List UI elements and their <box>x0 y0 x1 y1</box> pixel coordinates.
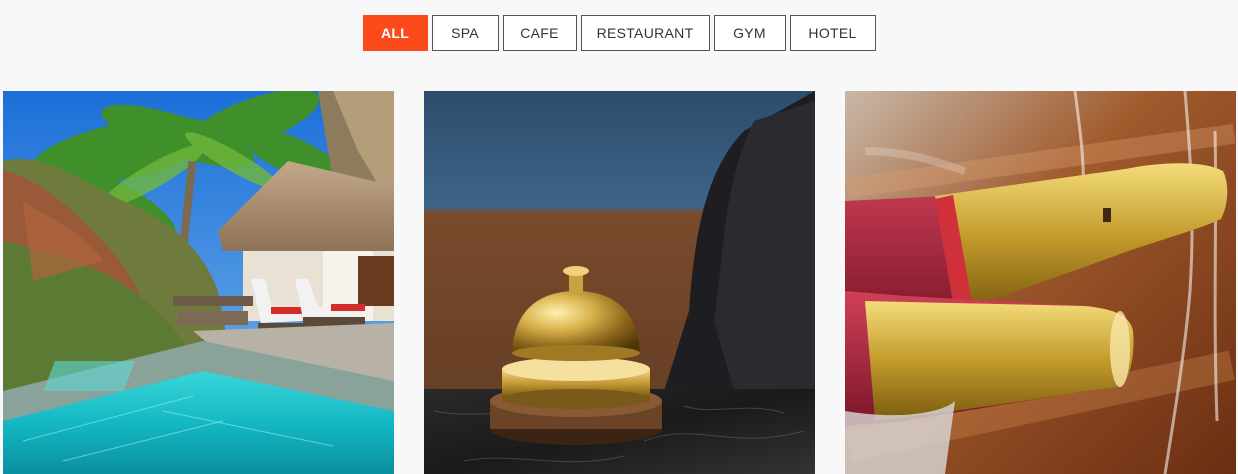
gallery-item-champagne[interactable] <box>845 91 1236 474</box>
champagne-bottles-image <box>845 91 1236 474</box>
reception-bell-image <box>424 91 815 474</box>
filter-gym-button[interactable]: GYM <box>713 15 786 51</box>
gallery-item-reception-bell[interactable] <box>424 91 815 474</box>
filter-all-button[interactable]: ALL <box>362 15 428 51</box>
filter-spa-button[interactable]: SPA <box>431 15 499 51</box>
filter-hotel-button[interactable]: HOTEL <box>789 15 876 51</box>
portfolio-gallery <box>3 91 1238 474</box>
pool-villa-image <box>3 91 394 474</box>
category-filter-bar: ALL SPA CAFE RESTAURANT GYM HOTEL <box>0 15 1238 51</box>
filter-restaurant-button[interactable]: RESTAURANT <box>580 15 710 51</box>
filter-cafe-button[interactable]: CAFE <box>502 15 577 51</box>
gallery-item-pool-villa[interactable] <box>3 91 394 474</box>
